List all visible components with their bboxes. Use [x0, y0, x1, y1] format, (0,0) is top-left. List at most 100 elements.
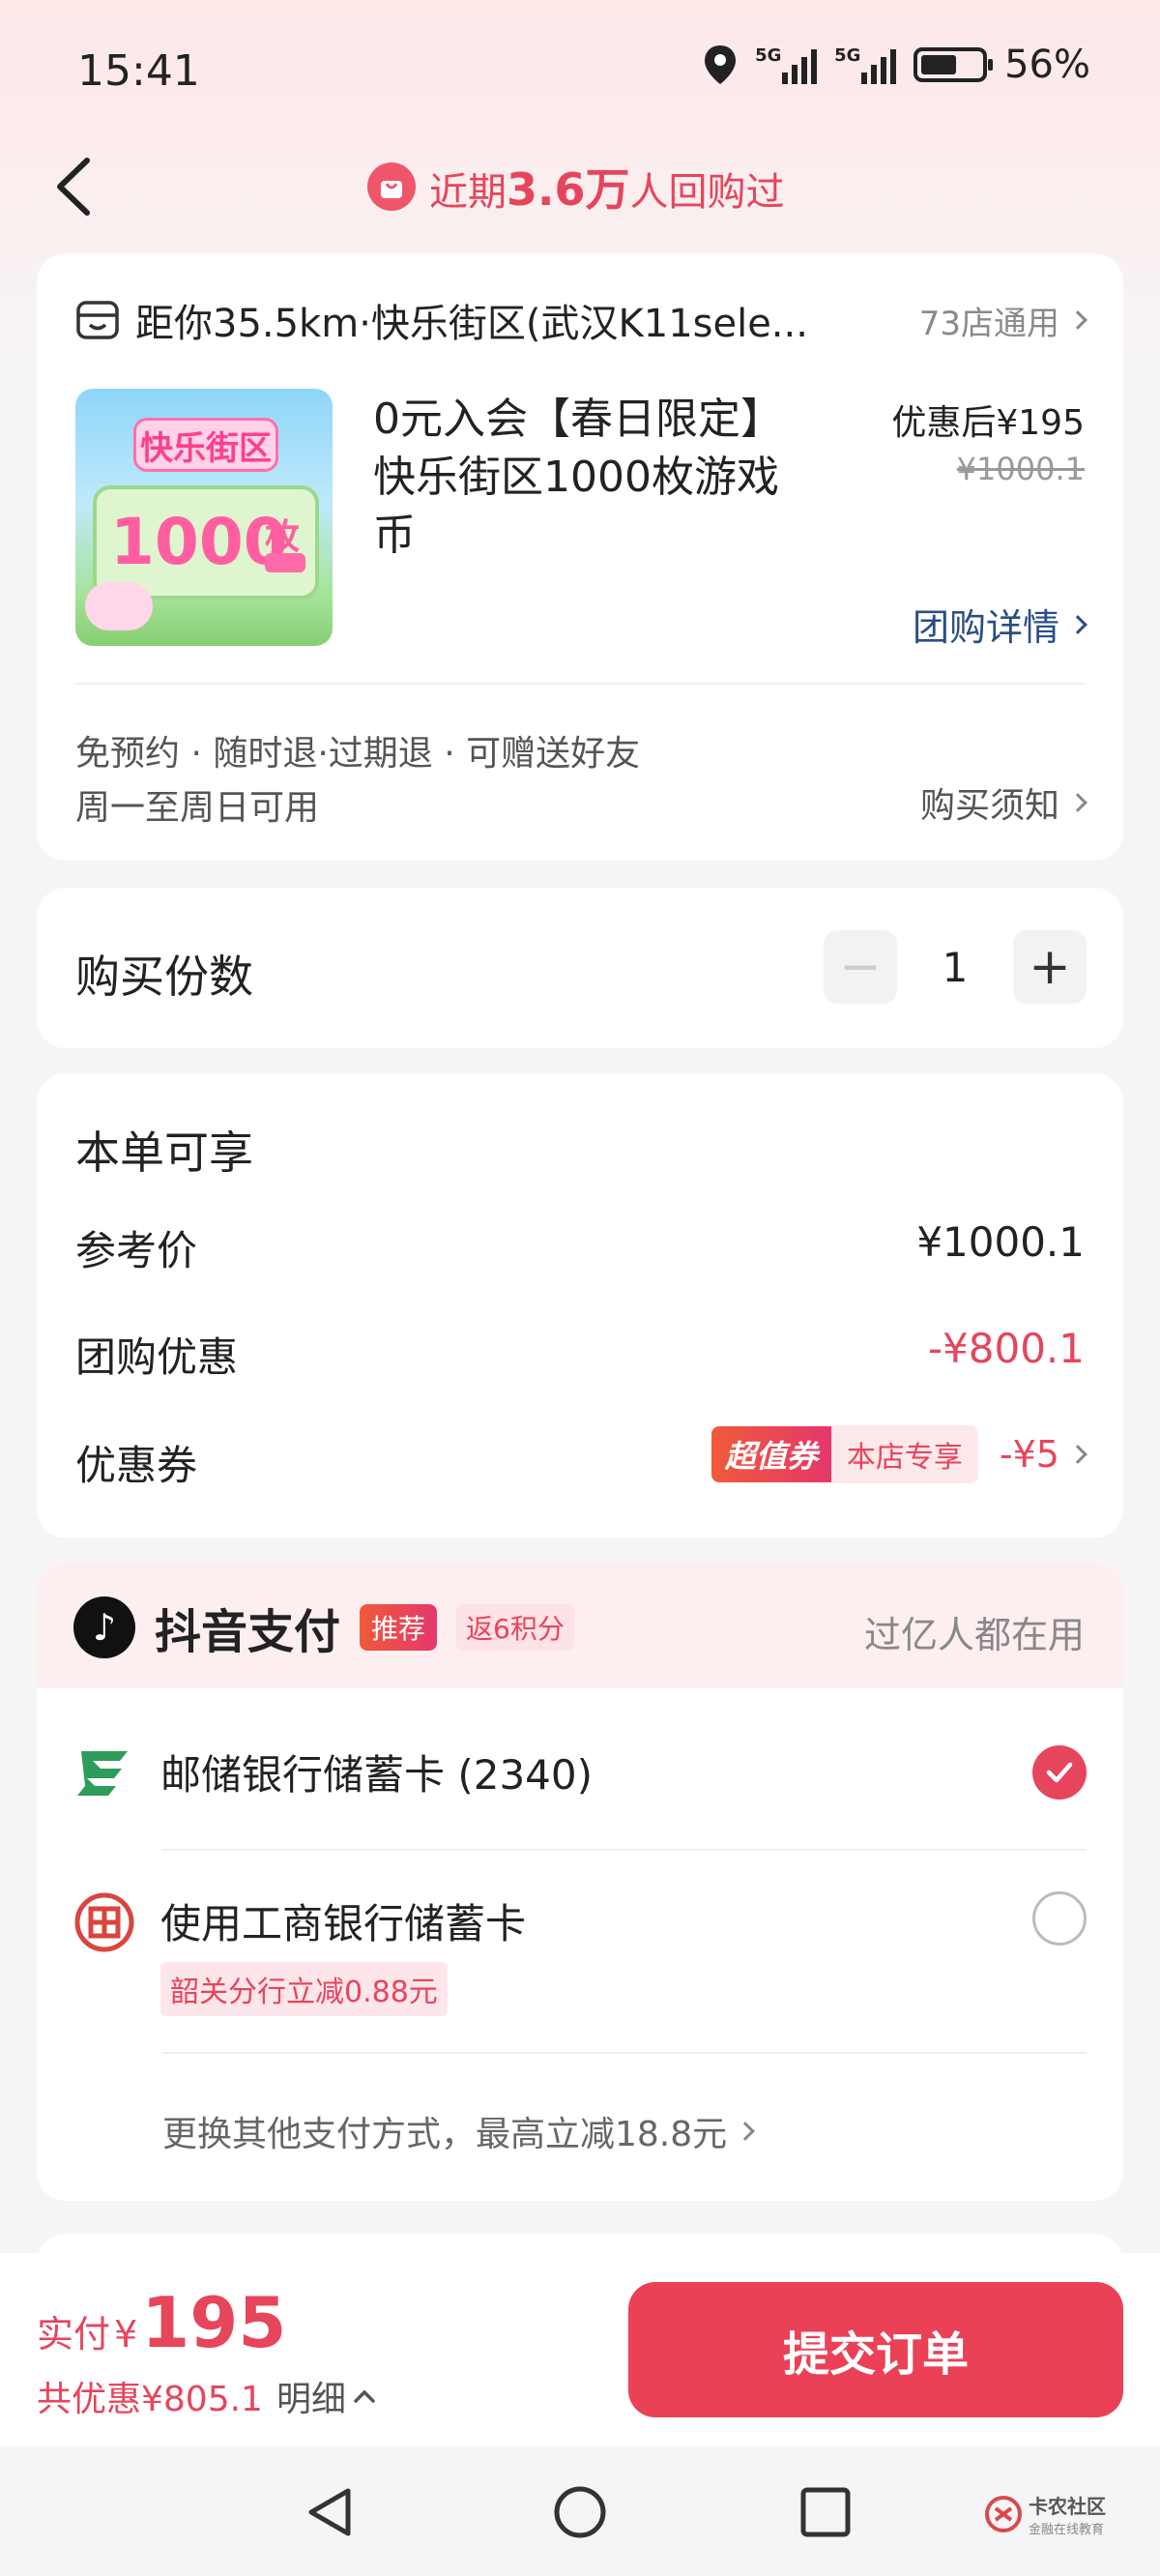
payment-option-icbc[interactable]: 使用工商银行储蓄卡 韶关分行立减0.88元 [73, 1891, 1087, 2016]
signal-icon-1: 5G [755, 45, 818, 84]
product-image-amount: 1000 [110, 505, 288, 579]
product-card: 距你35.5km·快乐街区(武汉K11sele... 73店通用 快乐街区 10… [37, 253, 1123, 861]
nav-home-icon[interactable] [551, 2483, 609, 2541]
shopping-bag-icon [367, 162, 416, 211]
douyin-pay-title: ♪ 抖音支付 推荐 返6积分 [73, 1594, 574, 1661]
chevron-right-icon [1068, 1445, 1088, 1464]
store-distance-name: 距你35.5km·快乐街区(武汉K11sele... [135, 302, 808, 346]
payment-option-psbc[interactable]: 邮储银行储蓄卡 (2340) [73, 1742, 1087, 1801]
back-arrow-icon [57, 158, 90, 216]
repurchase-banner: 近期3.6万人回购过 [367, 155, 785, 219]
total-amount: 195 [141, 2282, 287, 2363]
radio-unselected-icon[interactable] [1032, 1891, 1087, 1946]
savings-detail-toggle[interactable]: 明细 [276, 2371, 346, 2421]
availability-text: 周一至周日可用 [75, 788, 320, 828]
status-bar: 15:41 5G 5G 56% [0, 0, 1160, 145]
purchase-notice-label: 购买须知 [919, 786, 1059, 826]
payment-title: 抖音支付 [155, 1605, 341, 1659]
banner-suffix: 人回购过 [629, 170, 785, 215]
status-icons: 5G 5G 56% [703, 43, 1090, 87]
reference-price-value: ¥1000.1 [916, 1218, 1085, 1266]
network-type-2: 5G [834, 45, 861, 66]
product-title[interactable]: 0元入会【春日限定】 快乐街区1000枚游戏币 [373, 391, 818, 565]
store-exclusive-badge: 本店专享 [830, 1425, 978, 1483]
chevron-right-icon [1068, 310, 1088, 330]
group-discount-value: -¥800.1 [927, 1325, 1085, 1372]
total-label: 实付 [37, 2313, 111, 2356]
super-coupon-badge: 超值券 [710, 1426, 831, 1482]
product-image-logo: 快乐街区 [133, 418, 278, 472]
divider [162, 2052, 1087, 2054]
nav-recents-icon[interactable] [798, 2485, 853, 2539]
original-price: ¥1000.1 [956, 451, 1085, 487]
system-nav-bar: 卡农社区 金融在线教育 [0, 2446, 1160, 2576]
change-payment-label: 更换其他支付方式，最高立减18.8元 [162, 2115, 728, 2154]
savings-amount: 共优惠¥805.1 [37, 2380, 263, 2419]
divider [162, 1849, 1087, 1851]
checkmark-icon[interactable] [1032, 1744, 1087, 1800]
psbc-bank-icon [77, 1750, 128, 1796]
store-icon [76, 301, 119, 339]
group-discount-label: 团购优惠 [75, 1333, 239, 1381]
quantity-label: 购买份数 [75, 951, 253, 1003]
discounted-price: 优惠后¥195 [891, 403, 1085, 443]
checkout-bar: 实付 ¥ 195 共优惠¥805.1 明细 提交订单 [0, 2253, 1160, 2446]
network-type-1: 5G [755, 45, 782, 66]
icbc-promo-badge: 韶关分行立减0.88元 [160, 1962, 448, 2016]
payment-option-psbc-label: 邮储银行储蓄卡 (2340) [160, 1751, 594, 1799]
product-image-unit: 枚 [265, 517, 301, 557]
chevron-right-icon [1068, 793, 1088, 812]
deal-detail-label: 团购详情 [912, 606, 1059, 649]
total-currency: ¥ [114, 2313, 138, 2356]
quantity-stepper: − 1 + [824, 930, 1087, 1004]
chevron-right-icon [1068, 614, 1088, 634]
quantity-value: 1 [942, 943, 969, 991]
store-row[interactable]: 距你35.5km·快乐街区(武汉K11sele... 73店通用 [75, 292, 1088, 348]
divider [75, 683, 1085, 685]
product-title-line1: 0元入会【春日限定】 [373, 395, 783, 444]
coupon-value: -¥5 [999, 1433, 1059, 1476]
benefits-card: 本单可享 参考价 ¥1000.1 团购优惠 -¥800.1 优惠券 超值券 本店… [37, 1073, 1123, 1537]
nav-back-icon[interactable] [304, 2485, 358, 2539]
watermark-logo: 卡农社区 金融在线教育 [984, 2491, 1106, 2537]
quantity-card: 购买份数 − 1 + [37, 888, 1123, 1048]
location-icon [705, 45, 737, 84]
deal-detail-link[interactable]: 团购详情 [912, 598, 1088, 651]
purchase-notice-link[interactable]: 购买须知 [919, 777, 1088, 828]
status-time: 15:41 [77, 46, 200, 96]
product-image-flower [85, 582, 153, 630]
product-title-line2: 快乐街区1000枚游戏币 [373, 453, 779, 560]
product-image[interactable]: 快乐街区 1000 枚 [75, 389, 333, 646]
reference-price-label: 参考价 [75, 1227, 198, 1274]
product-image-pill [265, 553, 305, 572]
submit-order-button[interactable]: 提交订单 [628, 2282, 1123, 2417]
icbc-bank-icon [74, 1892, 134, 1952]
savings-summary: 共优惠¥805.1 明细 [37, 2371, 377, 2421]
watermark-sub: 金融在线教育 [1029, 2523, 1105, 2537]
banner-prefix: 近期 [429, 170, 507, 215]
decrease-button[interactable]: − [824, 930, 897, 1004]
battery-icon [914, 47, 994, 82]
change-payment-method[interactable]: 更换其他支付方式，最高立减18.8元 [162, 2106, 756, 2156]
signal-icon-2: 5G [834, 45, 897, 84]
increase-button[interactable]: + [1013, 930, 1087, 1004]
payment-tagline: 过亿人都在用 [863, 1614, 1085, 1656]
battery-percent: 56% [1004, 43, 1090, 87]
watermark-icon [985, 2496, 1022, 2532]
chevron-up-icon[interactable] [352, 2386, 377, 2406]
points-badge: 返6积分 [456, 1604, 574, 1651]
store-count: 73店通用 [918, 304, 1059, 343]
chevron-right-icon [736, 2122, 756, 2141]
payment-option-icbc-label: 使用工商银行储蓄卡 [160, 1900, 527, 1947]
coupon-selector[interactable]: 超值券 本店专享 -¥5 [710, 1425, 1088, 1483]
banner-count: 3.6万 [507, 163, 630, 216]
total-payable: 实付 ¥ 195 [37, 2282, 287, 2363]
douyin-logo-icon: ♪ [73, 1596, 135, 1658]
benefits-title: 本单可享 [75, 1127, 253, 1179]
back-button[interactable] [48, 153, 106, 220]
product-features: 免预约 · 随时退·过期退 · 可赠送好友 [75, 734, 641, 774]
price-block: 优惠后¥195 ¥1000.1 [891, 395, 1085, 487]
watermark-name: 卡农社区 [1029, 2495, 1106, 2518]
recommended-badge: 推荐 [360, 1604, 438, 1651]
coupon-label: 优惠券 [75, 1442, 198, 1489]
